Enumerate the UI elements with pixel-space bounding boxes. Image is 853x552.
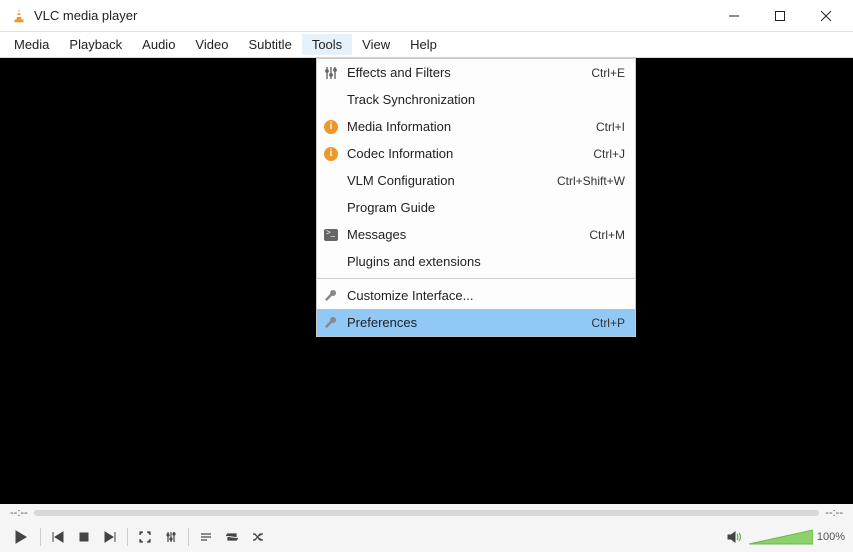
menu-item-codec-information[interactable]: iCodec InformationCtrl+J bbox=[317, 140, 635, 167]
menu-audio[interactable]: Audio bbox=[132, 34, 185, 55]
menu-item-label: Media Information bbox=[345, 119, 596, 134]
menu-item-effects-and-filters[interactable]: Effects and FiltersCtrl+E bbox=[317, 59, 635, 86]
play-button[interactable] bbox=[8, 524, 34, 550]
menu-item-label: Codec Information bbox=[345, 146, 593, 161]
menu-item-label: Preferences bbox=[345, 315, 591, 330]
menu-tools[interactable]: Tools bbox=[302, 34, 352, 55]
menu-subtitle[interactable]: Subtitle bbox=[238, 34, 301, 55]
info-icon: i bbox=[317, 147, 345, 161]
menu-video[interactable]: Video bbox=[185, 34, 238, 55]
menu-help[interactable]: Help bbox=[400, 34, 447, 55]
info-icon: i bbox=[317, 120, 345, 134]
mute-button[interactable] bbox=[723, 526, 745, 548]
loop-button[interactable] bbox=[221, 526, 243, 548]
time-remaining: --:-- bbox=[825, 507, 843, 519]
menu-item-label: Customize Interface... bbox=[345, 288, 625, 303]
extended-settings-button[interactable] bbox=[160, 526, 182, 548]
separator bbox=[188, 528, 189, 546]
menu-item-shortcut: Ctrl+M bbox=[589, 228, 625, 242]
menubar: MediaPlaybackAudioVideoSubtitleToolsView… bbox=[0, 32, 853, 58]
shuffle-button[interactable] bbox=[247, 526, 269, 548]
next-button[interactable] bbox=[99, 526, 121, 548]
sliders-icon bbox=[317, 66, 345, 80]
seek-bar-row: --:-- --:-- bbox=[0, 504, 853, 522]
menu-separator bbox=[317, 278, 635, 279]
menu-item-vlm-configuration[interactable]: VLM ConfigurationCtrl+Shift+W bbox=[317, 167, 635, 194]
menu-item-program-guide[interactable]: Program Guide bbox=[317, 194, 635, 221]
menu-item-track-synchronization[interactable]: Track Synchronization bbox=[317, 86, 635, 113]
maximize-button[interactable] bbox=[757, 0, 803, 32]
vlc-logo-icon bbox=[10, 7, 28, 25]
time-elapsed: --:-- bbox=[10, 507, 28, 519]
minimize-button[interactable] bbox=[711, 0, 757, 32]
menu-item-plugins-and-extensions[interactable]: Plugins and extensions bbox=[317, 248, 635, 275]
menu-item-customize-interface[interactable]: Customize Interface... bbox=[317, 282, 635, 309]
menu-item-shortcut: Ctrl+I bbox=[596, 120, 625, 134]
menu-item-shortcut: Ctrl+J bbox=[593, 147, 625, 161]
menu-item-label: Track Synchronization bbox=[345, 92, 625, 107]
menu-view[interactable]: View bbox=[352, 34, 400, 55]
menu-item-label: Messages bbox=[345, 227, 589, 242]
titlebar: VLC media player bbox=[0, 0, 853, 32]
terminal-icon bbox=[317, 229, 345, 241]
fullscreen-button[interactable] bbox=[134, 526, 156, 548]
menu-item-label: VLM Configuration bbox=[345, 173, 557, 188]
menu-item-messages[interactable]: MessagesCtrl+M bbox=[317, 221, 635, 248]
menu-playback[interactable]: Playback bbox=[59, 34, 132, 55]
separator bbox=[40, 528, 41, 546]
seek-bar[interactable] bbox=[34, 510, 820, 516]
stop-button[interactable] bbox=[73, 526, 95, 548]
volume-slider[interactable] bbox=[749, 528, 813, 546]
menu-media[interactable]: Media bbox=[4, 34, 59, 55]
menu-item-media-information[interactable]: iMedia InformationCtrl+I bbox=[317, 113, 635, 140]
close-button[interactable] bbox=[803, 0, 849, 32]
menu-item-shortcut: Ctrl+Shift+W bbox=[557, 174, 625, 188]
window-title: VLC media player bbox=[34, 8, 711, 23]
menu-item-preferences[interactable]: PreferencesCtrl+P bbox=[317, 309, 635, 336]
menu-item-label: Effects and Filters bbox=[345, 65, 591, 80]
playback-controls: 100% bbox=[0, 522, 853, 552]
tools-dropdown: Effects and FiltersCtrl+E Track Synchroni… bbox=[316, 58, 636, 337]
playlist-button[interactable] bbox=[195, 526, 217, 548]
separator bbox=[127, 528, 128, 546]
wrench-icon bbox=[317, 316, 345, 330]
previous-button[interactable] bbox=[47, 526, 69, 548]
menu-item-label: Plugins and extensions bbox=[345, 254, 625, 269]
menu-item-label: Program Guide bbox=[345, 200, 625, 215]
menu-item-shortcut: Ctrl+E bbox=[591, 66, 625, 80]
menu-item-shortcut: Ctrl+P bbox=[591, 316, 625, 330]
wrench-icon bbox=[317, 289, 345, 303]
volume-percent: 100% bbox=[817, 531, 845, 543]
